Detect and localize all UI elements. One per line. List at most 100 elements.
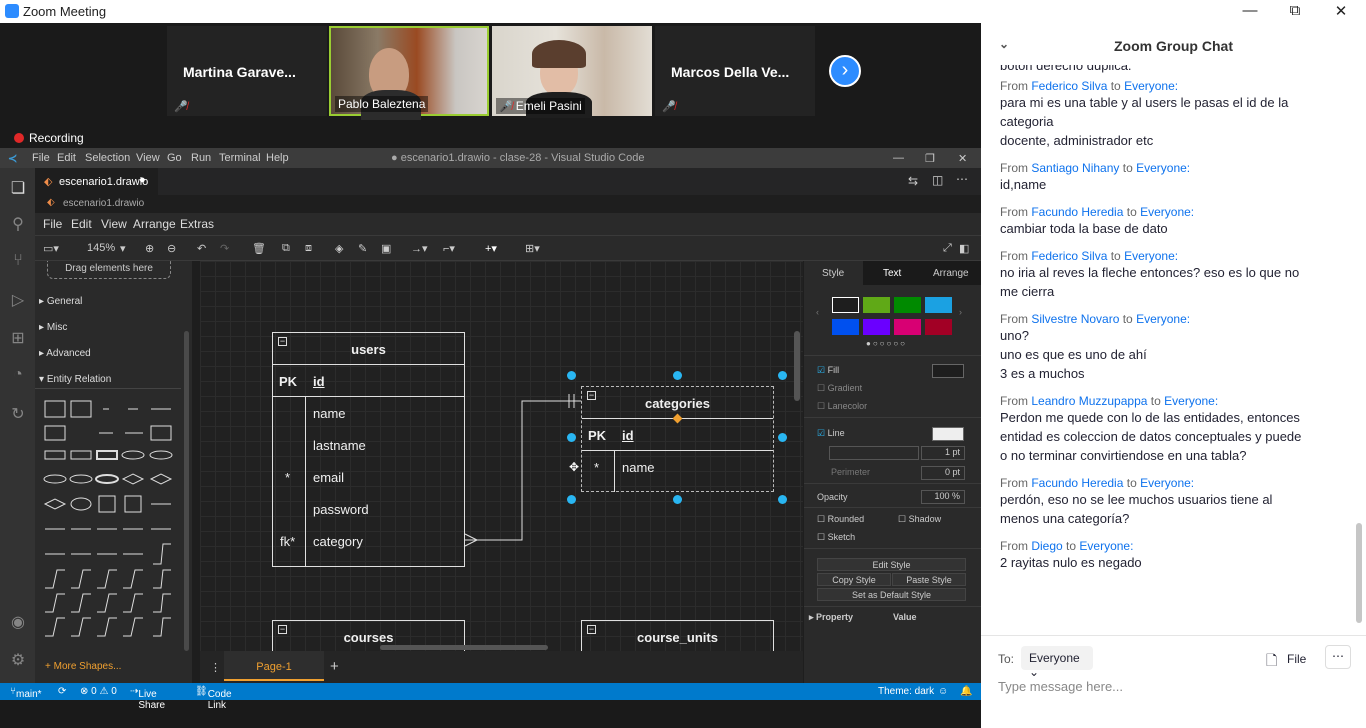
recipient-select[interactable]: Everyone ⌄ (1021, 646, 1093, 679)
feedback-icon[interactable]: ☺ (938, 686, 948, 697)
account-icon[interactable]: ◉ (8, 612, 28, 632)
branch-indicator[interactable]: ⑂ main* (10, 686, 42, 700)
rounded-option[interactable]: ☐ Rounded (817, 514, 864, 525)
recipient-name[interactable]: Everyone: (1124, 79, 1178, 93)
sender-name[interactable]: Federico Silva (1031, 79, 1107, 93)
color-swatch[interactable] (832, 297, 859, 313)
vs-minimize-button[interactable]: — (893, 152, 904, 164)
color-swatch[interactable] (894, 297, 921, 313)
lanecolor-option[interactable]: ☐ Lanecolor (817, 401, 867, 412)
run-debug-icon[interactable]: ▷ (8, 290, 28, 310)
dio-menu-edit[interactable]: Edit (71, 217, 92, 231)
line-pattern-select[interactable] (829, 446, 919, 460)
recipient-name[interactable]: Everyone: (1140, 476, 1194, 490)
sender-name[interactable]: Leandro Muzzupappa (1031, 394, 1147, 408)
sender-name[interactable]: Facundo Heredia (1031, 205, 1123, 219)
shape-palette[interactable] (43, 398, 179, 644)
swatch-next-icon[interactable]: › (959, 307, 962, 317)
shadow-icon[interactable]: ▣ (381, 242, 391, 255)
live-share-status[interactable]: ⇢ Live Share (130, 686, 165, 711)
dio-menu-view[interactable]: View (101, 217, 127, 231)
resize-handle[interactable] (778, 433, 787, 442)
zoom-select[interactable]: 145% (87, 242, 115, 254)
to-front-icon[interactable]: ⧉ (282, 242, 290, 255)
course-units-table[interactable]: − course_units (581, 620, 774, 651)
fullscreen-icon[interactable]: ⤢ (943, 242, 952, 255)
recipient-name[interactable]: Everyone: (1164, 394, 1218, 408)
vs-menu-help[interactable]: Help (266, 152, 289, 164)
drag-elements-here[interactable]: Drag elements here (47, 261, 171, 279)
participant-tile[interactable]: Martina Garave... 🎤̸ (167, 26, 327, 116)
resize-handle[interactable] (673, 495, 682, 504)
tab-style[interactable]: Style (804, 261, 863, 285)
dio-menu-extras[interactable]: Extras (180, 217, 214, 231)
diagram-canvas[interactable]: − users PK id name lastname * email passw… (200, 261, 803, 651)
participant-tile[interactable]: Marcos Della Ve... 🎤̸ (655, 26, 815, 116)
color-swatch[interactable] (925, 297, 952, 313)
section-misc[interactable]: ▸ Misc (39, 322, 67, 333)
recipient-name[interactable]: Everyone: (1136, 312, 1190, 326)
undo-icon[interactable]: ↶ (197, 242, 206, 255)
file-button[interactable]: File (1287, 652, 1306, 666)
waypoints-icon[interactable]: ⌐▾ (443, 242, 455, 255)
sender-name[interactable]: Facundo Heredia (1031, 476, 1123, 490)
resize-handle[interactable] (673, 371, 682, 380)
page-tab[interactable]: Page-1 (224, 651, 324, 681)
resize-handle[interactable] (567, 371, 576, 380)
search-icon[interactable]: ⚲ (8, 214, 28, 234)
vs-menu-view[interactable]: View (136, 152, 160, 164)
vs-menu-terminal[interactable]: Terminal (219, 152, 261, 164)
color-swatch[interactable] (863, 297, 890, 313)
chat-scrollbar[interactable] (1356, 523, 1362, 623)
fill-color-icon[interactable]: ◈ (335, 242, 343, 255)
add-page-icon[interactable]: + (330, 658, 339, 675)
breadcrumb-file[interactable]: escenario1.drawio (63, 198, 144, 209)
recipient-name[interactable]: Everyone: (1140, 205, 1194, 219)
more-actions-icon[interactable]: ⋯ (956, 172, 968, 186)
table-icon[interactable]: ⊞▾ (525, 242, 540, 255)
color-swatch[interactable] (832, 319, 859, 335)
resize-handle[interactable] (567, 495, 576, 504)
explorer-icon[interactable]: ❏ (8, 178, 28, 198)
participant-video-tile[interactable]: Pablo Baleztena (329, 26, 489, 120)
canvas-hscrollbar[interactable] (380, 645, 548, 650)
color-swatch[interactable] (863, 319, 890, 335)
dio-menu-arrange[interactable]: Arrange (133, 217, 176, 231)
edit-style-button[interactable]: Edit Style (817, 558, 966, 571)
tab-arrange[interactable]: Arrange (922, 261, 981, 285)
perimeter-input[interactable]: 0 pt (921, 466, 965, 480)
vs-menu-selection[interactable]: Selection (85, 152, 130, 164)
zoom-out-icon[interactable]: ⊖ (167, 242, 176, 255)
unsaved-dot-icon[interactable]: ● (139, 174, 146, 186)
pages-menu-icon[interactable]: ⋮ (210, 661, 221, 674)
line-color-icon[interactable]: ✎ (358, 242, 367, 255)
property-header[interactable]: ▸ Property (809, 612, 853, 623)
more-shapes-link[interactable]: + More Shapes... (45, 661, 121, 672)
close-button[interactable]: ✕ (1326, 2, 1356, 20)
vs-menu-edit[interactable]: Edit (57, 152, 76, 164)
sketch-option[interactable]: ☐ Sketch (817, 532, 855, 543)
participant-video-tile[interactable]: 🎤̸ Emeli Pasini (492, 26, 652, 118)
canvas-vscrollbar[interactable] (794, 331, 800, 401)
split-editor-icon[interactable]: ◫ (932, 173, 943, 187)
line-width-input[interactable]: 1 pt (921, 446, 965, 460)
format-panel-toggle-icon[interactable]: ▭▾ (43, 242, 59, 255)
vs-menu-run[interactable]: Run (191, 152, 211, 164)
vs-restore-button[interactable]: ❐ (925, 152, 935, 165)
resize-handle[interactable] (778, 495, 787, 504)
table-row[interactable]: * name (582, 451, 773, 483)
notifications-icon[interactable]: 🔔 (960, 686, 972, 697)
dio-menu-file[interactable]: File (43, 217, 62, 231)
table-row[interactable]: PK id (582, 419, 773, 451)
opacity-input[interactable]: 100 % (921, 490, 965, 504)
to-back-icon[interactable]: ⧈ (305, 242, 312, 255)
fill-color-box[interactable] (932, 364, 964, 378)
restore-button[interactable]: ⧉ (1280, 2, 1310, 19)
recipient-name[interactable]: Everyone: (1124, 249, 1178, 263)
swatch-pager[interactable]: ●○○○○○ (866, 339, 907, 348)
recipient-name[interactable]: Everyone: (1136, 161, 1190, 175)
line-color-box[interactable] (932, 427, 964, 441)
zoom-in-icon[interactable]: ⊕ (145, 242, 154, 255)
next-participants-button[interactable]: › (829, 55, 861, 87)
editor-tab[interactable]: ⬖ escenario1.drawio ● (35, 168, 158, 195)
